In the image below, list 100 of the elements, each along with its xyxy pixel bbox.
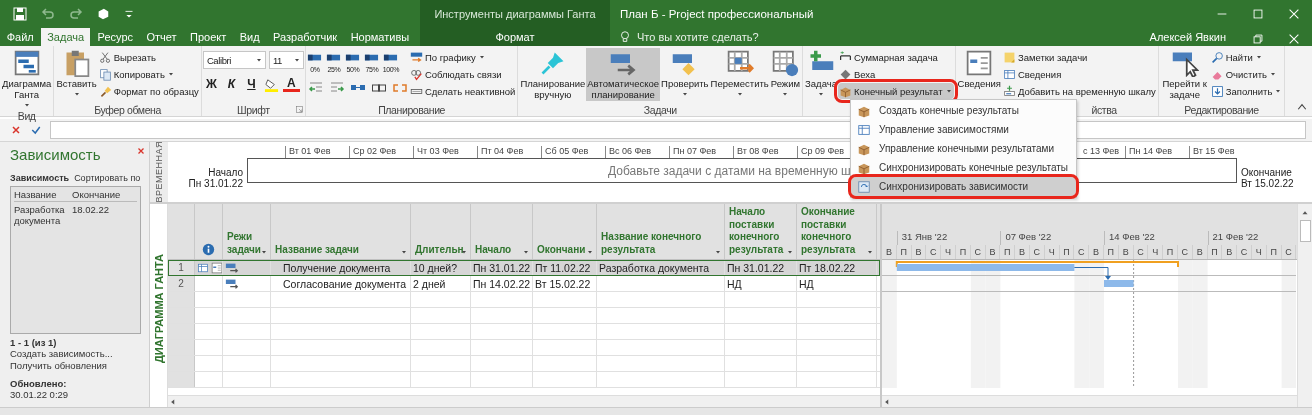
- menu-item[interactable]: Создать конечные результаты: [851, 101, 1077, 120]
- day-label: Ч: [1048, 247, 1055, 257]
- column-header[interactable]: Окончани: [533, 243, 596, 256]
- menu-item[interactable]: Управление зависимостями: [851, 120, 1077, 139]
- check-icon[interactable]: [30, 124, 42, 136]
- link-arrow: [1073, 267, 1111, 280]
- table-row[interactable]: 2 Согласование документа 2 дней Пн 14.02.22 Вт 15.02.22 НД НД: [168, 276, 880, 292]
- ribbon-button[interactable]: Соблюдать связи: [408, 66, 517, 82]
- ribbon-button[interactable]: Перейти к задаче: [1159, 48, 1210, 101]
- menu-item[interactable]: Синхронизировать конечные результаты: [851, 158, 1077, 177]
- font-style-button[interactable]: Ж: [202, 75, 220, 93]
- week-label: 21 Фев '22: [1212, 231, 1259, 242]
- font-field[interactable]: Calibri: [202, 51, 266, 69]
- caret-icon: [786, 248, 794, 256]
- ribbon-button[interactable]: Очистить: [1209, 66, 1284, 82]
- ribbon-button[interactable]: Диаграмма Ганта: [1, 48, 53, 110]
- ribbon-button[interactable]: Найти: [1209, 49, 1284, 65]
- day-label: В: [1019, 247, 1026, 257]
- panel-icon: [965, 49, 994, 77]
- table-cell: 2 дней: [413, 277, 446, 290]
- timescale-date: Пт 04 Фев: [477, 146, 541, 158]
- ribbon-button[interactable]: По графику: [408, 49, 517, 65]
- save-icon[interactable]: [12, 6, 28, 22]
- ribbon-button[interactable]: Вырезать: [97, 49, 200, 65]
- caret-icon: [477, 53, 486, 61]
- ribbon-button[interactable]: Автоматическое планирование: [586, 48, 661, 101]
- horizontal-scrollbar[interactable]: [882, 395, 1297, 407]
- ribbon-button[interactable]: Вставить: [55, 48, 98, 100]
- column-header[interactable]: Название: [14, 189, 68, 200]
- table-row[interactable]: 1 Получение документа 10 дней? Пн 31.01.22 Пт 11.02.22 Разработка документа Пн 31.01.22 Пт 18.02.22: [168, 260, 880, 276]
- launcher-icon[interactable]: [294, 105, 304, 114]
- week-label: 14 Фев '22: [1109, 231, 1155, 242]
- ribbon-button[interactable]: Сведения: [1001, 66, 1157, 82]
- ribbon-button[interactable]: Заполнить: [1209, 83, 1284, 99]
- table-cell: НД: [799, 277, 814, 290]
- calendar-icon: [771, 49, 800, 77]
- column-header[interactable]: Название конечного результата: [597, 231, 724, 256]
- ribbon-tab[interactable]: Ресурс: [91, 28, 139, 46]
- table-cell: Пт 11.02.22: [535, 261, 591, 274]
- scroll-thumb[interactable]: [1299, 220, 1311, 242]
- table-cell-text: Согласование документа: [282, 277, 407, 290]
- column-header[interactable]: Название задачи: [271, 243, 410, 256]
- pane-title: Зависимость: [10, 146, 101, 163]
- search-field[interactable]: Что вы хотите сделать?: [618, 28, 759, 46]
- close-icon: [1287, 32, 1301, 46]
- column-header[interactable]: Начало: [471, 243, 532, 256]
- ribbon-button[interactable]: Режим: [769, 48, 802, 100]
- deliverable-bracket[interactable]: [895, 261, 1179, 268]
- timescale-date: Вс 06 Фев: [605, 146, 669, 158]
- ribbon-tab[interactable]: Задача: [41, 28, 91, 46]
- ribbon-button[interactable]: Переместить: [709, 48, 770, 100]
- ribbon-tab[interactable]: Проект: [184, 28, 233, 46]
- list-cell: 18.02.22: [72, 204, 109, 215]
- ribbon-button[interactable]: Проверить: [660, 48, 710, 100]
- ribbon-tab[interactable]: Разработчик: [267, 28, 344, 46]
- user-name[interactable]: Алексей Явкин: [1149, 31, 1226, 43]
- sort-link[interactable]: Сортировать по: [74, 173, 141, 183]
- font-style-button[interactable]: Ч: [242, 75, 260, 93]
- pane-link[interactable]: Получить обновления: [10, 360, 141, 372]
- close-icon[interactable]: [136, 146, 146, 156]
- search-icon: [1210, 50, 1224, 64]
- table-icon: [197, 261, 209, 274]
- refresh-icon: [857, 179, 871, 194]
- column-header[interactable]: Окончание: [72, 189, 121, 200]
- pane-link[interactable]: Создать зависимость...: [10, 348, 141, 360]
- ribbon-button[interactable]: Копировать: [97, 66, 200, 82]
- ribbon-tab[interactable]: Отчет: [140, 28, 183, 46]
- close-icon: [1287, 7, 1301, 21]
- font-style-button[interactable]: К: [222, 75, 240, 93]
- ribbon-button[interactable]: Планирование вручную: [519, 48, 587, 101]
- ribbon-tab[interactable]: Вид: [233, 28, 266, 46]
- column-header[interactable]: Начало поставки конечного результата: [725, 206, 796, 256]
- menu-item[interactable]: Синхронизировать зависимости: [851, 177, 1077, 196]
- ribbon-button[interactable]: Заметки задачи: [1001, 49, 1157, 65]
- day-label: П: [1063, 247, 1070, 257]
- diamond-icon: [838, 67, 852, 81]
- cancel-icon[interactable]: [10, 124, 22, 136]
- font-size-field[interactable]: 11: [268, 51, 304, 69]
- caret-icon: [680, 90, 689, 98]
- ribbon-button[interactable]: Суммарная задача: [837, 49, 954, 65]
- day-label: В: [1122, 247, 1129, 257]
- ribbon-tab[interactable]: Нормативы: [344, 28, 416, 46]
- undo-icon[interactable]: [40, 6, 56, 22]
- column-header[interactable]: Режи задачи: [223, 231, 270, 256]
- column-header[interactable]: Длительн: [411, 243, 470, 256]
- ribbon-button[interactable]: Формат по образцу: [97, 83, 200, 99]
- ribbon-button[interactable]: Добавить на временную шкалу: [1001, 83, 1157, 99]
- caret-icon: [522, 248, 530, 256]
- list-item[interactable]: Разработка документа: [14, 204, 68, 226]
- ribbon-button[interactable]: Сведения: [956, 48, 1002, 100]
- vertical-scrollbar[interactable]: [1297, 204, 1312, 407]
- ribbon-tab[interactable]: Файл: [0, 28, 40, 46]
- column-header[interactable]: Окончание поставки конечного результата: [797, 206, 876, 256]
- restore-icon: [1251, 32, 1265, 46]
- ribbon-button[interactable]: Сделать неактивной: [408, 83, 517, 99]
- redo-icon[interactable]: [68, 6, 84, 22]
- start-date: Пн 31.01.22: [188, 178, 243, 189]
- horizontal-scrollbar[interactable]: [168, 395, 880, 407]
- font-color-button[interactable]: A: [282, 76, 300, 92]
- table-icon: [1002, 67, 1016, 81]
